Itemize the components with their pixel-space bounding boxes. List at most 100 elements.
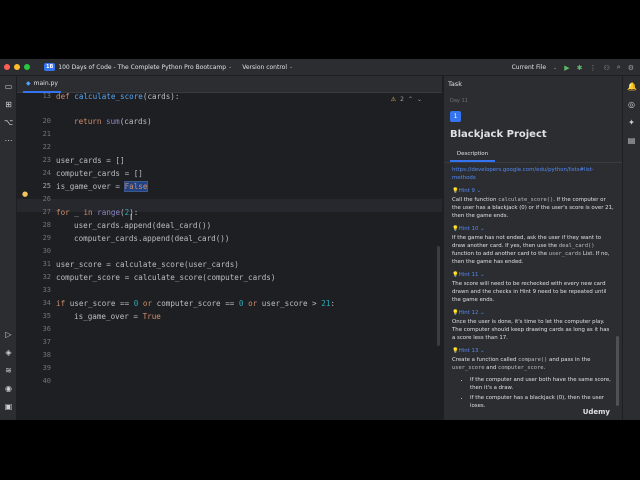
bulb-icon: 💡: [452, 188, 459, 194]
code-line: computer_cards = []: [56, 169, 143, 178]
hint-text: Create a function called compare() and p…: [452, 357, 591, 371]
run-tool-icon[interactable]: ▷: [4, 330, 13, 339]
line-number: 25: [42, 182, 51, 190]
commit-icon[interactable]: ⌥: [4, 118, 13, 127]
hint-text: The score will need to be rechecked with…: [452, 281, 607, 303]
line-number: 36: [42, 325, 51, 333]
left-tool-strip: ▭ ⊞ ⌥ ⋯ ▷ ◈ ≋ ◉ ▣: [0, 76, 17, 420]
line-number: 24: [42, 169, 51, 177]
task-description: https://developers.google.com/edu/python…: [452, 166, 614, 412]
close-window-button[interactable]: [4, 64, 10, 70]
mouse-cursor: I: [130, 213, 133, 222]
user-icon[interactable]: ⚇: [604, 64, 610, 72]
line-number: 31: [42, 260, 51, 268]
udemy-watermark: Udemy: [582, 408, 610, 416]
layers-icon[interactable]: ≋: [4, 366, 13, 375]
day-label: Day 11: [450, 98, 468, 104]
search-icon[interactable]: ⌕: [617, 63, 621, 72]
hint-text: If the game has not ended, ask the user …: [452, 235, 610, 265]
line-number: 13: [42, 92, 51, 100]
hint-toggle[interactable]: 💡Hint 12 ⌄: [452, 309, 614, 317]
code-line: is_game_over = True: [74, 312, 161, 321]
run-icon[interactable]: ▶: [564, 64, 569, 72]
project-name[interactable]: 100 Days of Code - The Complete Python P…: [58, 64, 226, 71]
hint-toggle[interactable]: 💡Hint 10 ⌄: [452, 225, 614, 233]
line-number: 38: [42, 351, 51, 359]
chevron-down-icon[interactable]: ⌄: [553, 65, 557, 71]
more-icon[interactable]: ⋮: [590, 64, 597, 72]
hint-text: Once the user is done, it's time to let …: [452, 319, 610, 341]
services-icon[interactable]: ◉: [4, 384, 13, 393]
task-number-button[interactable]: 1: [450, 111, 461, 122]
line-number: 39: [42, 364, 51, 372]
settings-icon[interactable]: ⚙: [628, 64, 634, 72]
code-line: user_cards.append(deal_card()): [74, 221, 212, 230]
selected-text: False: [123, 181, 149, 192]
line-number: 37: [42, 338, 51, 346]
run-configuration-selector[interactable]: Current File: [512, 64, 546, 71]
code-line: return sum(cards): [74, 117, 152, 126]
bulb-icon: 💡: [452, 310, 459, 316]
code-line: user_score = calculate_score(user_cards): [56, 260, 239, 269]
task-tool-icon[interactable]: ▤: [627, 136, 636, 145]
more-tools-icon[interactable]: ⋯: [4, 136, 13, 145]
line-number: 34: [42, 299, 51, 307]
code-line: computer_cards.append(deal_card()): [74, 234, 230, 243]
notifications-icon[interactable]: 🔔: [627, 82, 637, 91]
hint-text: Call the function calculate_score(). If …: [452, 197, 614, 219]
line-number: 32: [42, 273, 51, 281]
task-scrollbar[interactable]: [616, 336, 619, 406]
chevron-down-icon[interactable]: ⌄: [289, 64, 293, 70]
lightbulb-icon[interactable]: ●: [22, 190, 28, 198]
right-tool-strip: 🔔 ◎ ✦ ▤: [622, 76, 640, 420]
hint-toggle[interactable]: 💡Hint 13 ⌄: [452, 347, 614, 355]
line-number: 23: [42, 156, 51, 164]
bulb-icon: 💡: [452, 226, 459, 232]
line-number: 20: [42, 117, 51, 125]
line-number: 22: [42, 143, 51, 151]
code-line: computer_score = calculate_score(compute…: [56, 273, 276, 282]
divider: [444, 162, 622, 163]
letterbox-top: [0, 0, 640, 59]
code-line: is_game_over = False: [56, 181, 149, 192]
task-panel-title: Task: [448, 80, 463, 88]
bulb-icon: 💡: [452, 272, 459, 278]
task-title: Blackjack Project: [450, 129, 547, 140]
code-line: user_cards = []: [56, 156, 125, 165]
structure-icon[interactable]: ⊞: [4, 100, 13, 109]
tab-description[interactable]: Description: [450, 148, 495, 162]
vcs-widget[interactable]: Version control: [242, 64, 287, 71]
code-area[interactable]: def calculate_score(cards): return sum(c…: [56, 92, 436, 420]
hint-bullets: If the computer and user both have the s…: [470, 376, 614, 410]
editor-pane: ◆ main.py ⚠ 2 ⌃ ⌄ 13 20 21 22 23 24 25 2…: [17, 76, 442, 420]
database-icon[interactable]: ◎: [627, 100, 636, 109]
line-number: 30: [42, 247, 51, 255]
line-number: 21: [42, 130, 51, 138]
debug-icon[interactable]: ✱: [577, 64, 583, 72]
code-line: def calculate_score(cards):: [56, 92, 180, 101]
bulb-icon: 💡: [452, 348, 459, 354]
zoom-window-button[interactable]: [24, 64, 30, 70]
code-line: for _ in range(2):: [56, 208, 139, 217]
title-bar: 1B 100 Days of Code - The Complete Pytho…: [0, 59, 640, 76]
hint-toggle[interactable]: 💡Hint 11 ⌄: [452, 271, 614, 279]
task-panel: Task Day 11 1 Blackjack Project Descript…: [443, 76, 622, 420]
chevron-down-icon[interactable]: ⌄: [228, 64, 232, 70]
folder-icon[interactable]: ▭: [4, 82, 13, 91]
line-number: 35: [42, 312, 51, 320]
python-packages-icon[interactable]: ◈: [4, 348, 13, 357]
ide-window: 1B 100 Days of Code - The Complete Pytho…: [0, 59, 640, 420]
line-number: 27: [42, 208, 51, 216]
code-line: if user_score == 0 or computer_score == …: [56, 299, 335, 308]
minimize-window-button[interactable]: [14, 64, 20, 70]
ai-assistant-icon[interactable]: ✦: [627, 118, 636, 127]
hint-toggle[interactable]: 💡Hint 9 ⌄: [452, 187, 614, 195]
editor-scrollbar[interactable]: [437, 246, 440, 346]
line-number: 28: [42, 221, 51, 229]
doc-link[interactable]: https://developers.google.com/edu/python…: [452, 166, 614, 182]
terminal-icon[interactable]: ▣: [4, 402, 13, 411]
tab-label: main.py: [33, 80, 58, 87]
list-item: If the computer and user both have the s…: [470, 376, 614, 392]
line-number: 40: [42, 377, 51, 385]
project-badge[interactable]: 1B: [44, 63, 56, 71]
